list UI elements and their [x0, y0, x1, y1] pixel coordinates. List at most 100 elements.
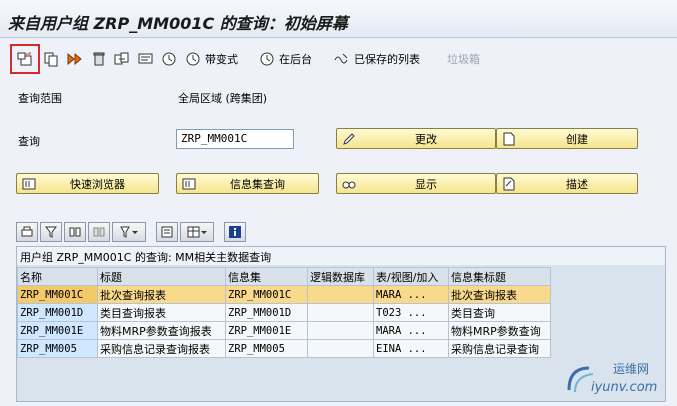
- description-button[interactable]: [137, 47, 155, 71]
- with-variant-button[interactable]: 带变式: [184, 47, 238, 71]
- column-header-name[interactable]: 名称: [17, 267, 98, 286]
- create-label: 创建: [566, 132, 588, 146]
- query-label: 查询: [18, 135, 40, 148]
- print-icon: [21, 226, 33, 237]
- cell-table-view-join[interactable]: MARA ...: [373, 321, 449, 340]
- layout-grid-icon: [187, 226, 207, 238]
- cell-name[interactable]: ZRP_MM001C: [17, 285, 98, 304]
- saved-lists-icon: [333, 50, 351, 68]
- change-button[interactable]: 更改: [336, 128, 496, 149]
- delete-icon: [90, 50, 108, 68]
- cell-name[interactable]: ZRP_MM005: [17, 339, 98, 358]
- copy-objects-button[interactable]: [113, 47, 131, 71]
- cell-logical-db[interactable]: [307, 285, 374, 304]
- document-icon: [503, 132, 515, 145]
- description-text-button[interactable]: 描述: [496, 173, 638, 194]
- copy-objects-icon: [113, 50, 131, 68]
- layout-dropdown[interactable]: [180, 222, 214, 242]
- cell-table-view-join[interactable]: EINA ...: [373, 339, 449, 358]
- query-area-label: 查询范围: [18, 92, 62, 105]
- cell-name[interactable]: ZRP_MM001D: [17, 303, 98, 322]
- execute-icon: [66, 50, 84, 68]
- table-row[interactable]: ZRP_MM001D 类目查询报表 ZRP_MM001D T023 ... 类目…: [17, 303, 551, 322]
- cell-logical-db[interactable]: [307, 321, 374, 340]
- grid-toolbar: [16, 222, 246, 244]
- cell-title[interactable]: 采购信息记录查询报表: [97, 339, 226, 358]
- info-icon: [229, 226, 241, 238]
- execute-clock-button[interactable]: [160, 47, 178, 71]
- cell-infoset-title[interactable]: 物料MRP参数查询: [448, 321, 551, 340]
- cell-title[interactable]: 物料MRP参数查询报表: [97, 321, 226, 340]
- cell-infoset[interactable]: ZRP_MM001E: [225, 321, 308, 340]
- trash-button: 垃圾箱: [447, 47, 480, 71]
- print-button[interactable]: [16, 222, 38, 242]
- with-variant-label: 带变式: [205, 53, 238, 66]
- quick-viewer-label: 快速浏览器: [70, 177, 125, 191]
- info-button[interactable]: [224, 222, 246, 242]
- infoset-query-label: 信息集查询: [230, 177, 285, 191]
- highlight-box: [10, 44, 40, 74]
- application-toolbar: 带变式 在后台 已保存的列表 垃圾箱: [0, 43, 677, 75]
- execute-clock-icon: [160, 50, 178, 68]
- cell-name[interactable]: ZRP_MM001E: [17, 321, 98, 340]
- cell-table-view-join[interactable]: MARA ...: [373, 285, 449, 304]
- title-bar: 来自用户组 ZRP_MM001C 的查询：初始屏幕: [0, 0, 677, 38]
- find-next-button[interactable]: [88, 222, 110, 242]
- delete-button[interactable]: [90, 47, 108, 71]
- edit-document-icon: [503, 177, 515, 190]
- column-header-title[interactable]: 标题: [97, 267, 226, 286]
- saved-lists-label: 已保存的列表: [354, 53, 420, 66]
- cell-infoset[interactable]: ZRP_MM005: [225, 339, 308, 358]
- create-button[interactable]: 创建: [496, 128, 638, 149]
- table-row[interactable]: ZRP_MM005 采购信息记录查询报表 ZRP_MM005 EINA ... …: [17, 339, 551, 358]
- set-filter-dropdown[interactable]: [112, 222, 146, 242]
- find-next-icon: [93, 227, 105, 237]
- query-tool-icon: [22, 178, 36, 189]
- cell-table-view-join[interactable]: T023 ...: [373, 303, 449, 322]
- query-tool-icon: [182, 178, 196, 189]
- cell-title[interactable]: 批次查询报表: [97, 285, 226, 304]
- background-clock-icon: [258, 50, 276, 68]
- trash-label: 垃圾箱: [447, 53, 480, 66]
- table-row[interactable]: ZRP_MM001E 物料MRP参数查询报表 ZRP_MM001E MARA .…: [17, 321, 551, 340]
- glasses-icon: [342, 181, 356, 188]
- cell-infoset-title[interactable]: 类目查询: [448, 303, 551, 322]
- table-header-row: 名称 标题 信息集 逻辑数据库 表/视图/加入 信息集标题: [17, 267, 551, 286]
- change-label: 更改: [415, 132, 437, 146]
- pencil-icon: [343, 132, 355, 145]
- watermark: 运维网 iyunv.com: [563, 358, 673, 402]
- display-button[interactable]: 显示: [336, 173, 496, 194]
- cell-infoset[interactable]: ZRP_MM001C: [225, 285, 308, 304]
- find-button[interactable]: [64, 222, 86, 242]
- copy-icon: [42, 50, 60, 68]
- quick-viewer-button[interactable]: 快速浏览器: [16, 173, 159, 194]
- copy-button[interactable]: [42, 47, 60, 71]
- print-preview-button[interactable]: [156, 222, 178, 242]
- display-label: 显示: [415, 177, 437, 191]
- execute-button[interactable]: [66, 47, 84, 71]
- filter-funnel-button[interactable]: [40, 222, 62, 242]
- column-header-infoset-title[interactable]: 信息集标题: [448, 267, 551, 286]
- cell-infoset-title[interactable]: 采购信息记录查询: [448, 339, 551, 358]
- binoculars-icon: [69, 227, 81, 237]
- watermark-line1: 运维网: [613, 362, 650, 376]
- cell-logical-db[interactable]: [307, 303, 374, 322]
- funnel-icon: [44, 226, 58, 238]
- column-header-infoset[interactable]: 信息集: [225, 267, 308, 286]
- query-input[interactable]: ZRP_MM001C: [176, 129, 294, 149]
- cell-infoset[interactable]: ZRP_MM001D: [225, 303, 308, 322]
- query-area-value: 全局区域 (跨集团): [178, 92, 268, 105]
- cell-infoset-title[interactable]: 批次查询报表: [448, 285, 551, 304]
- column-header-table-view-join[interactable]: 表/视图/加入: [373, 267, 449, 286]
- cell-title[interactable]: 类目查询报表: [97, 303, 226, 322]
- table-row[interactable]: ZRP_MM001C 批次查询报表 ZRP_MM001C MARA ... 批次…: [17, 285, 551, 304]
- grid-caption: 用户组 ZRP_MM001C 的查询: MM相关主数据查询: [17, 247, 665, 265]
- infoset-query-button[interactable]: 信息集查询: [176, 173, 319, 194]
- print-preview-icon: [161, 226, 173, 238]
- variant-clock-icon: [184, 50, 202, 68]
- in-background-button[interactable]: 在后台: [258, 47, 312, 71]
- column-header-logical-db[interactable]: 逻辑数据库: [307, 267, 374, 286]
- saved-lists-button[interactable]: 已保存的列表: [333, 47, 420, 71]
- cell-logical-db[interactable]: [307, 339, 374, 358]
- watermark-line2: iyunv.com: [591, 380, 658, 395]
